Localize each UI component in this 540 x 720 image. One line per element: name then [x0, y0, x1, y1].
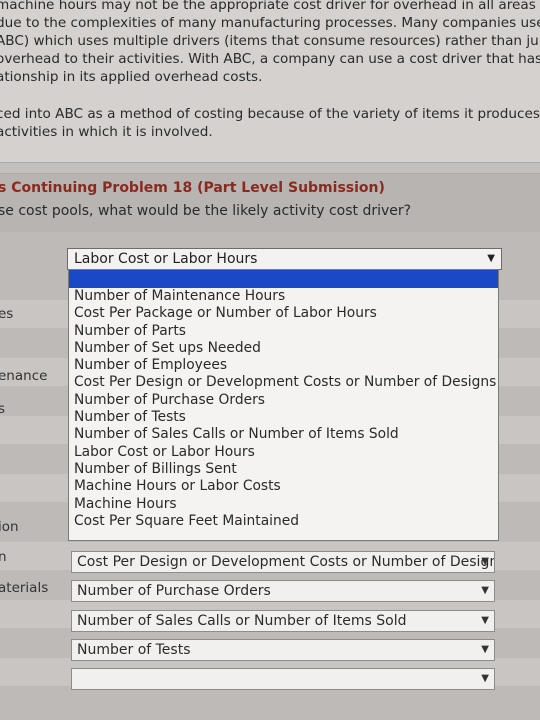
chevron-down-icon[interactable]: ▼ — [481, 552, 489, 572]
intro-line: overhead to their activities. With ABC, … — [0, 51, 540, 67]
select-value: Number of Tests — [77, 642, 191, 658]
instructions-panel: machine hours may not be the appropriate… — [0, 0, 540, 162]
intro-line: due to the complexities of many manufact… — [0, 15, 540, 31]
dropdown-option[interactable]: Number of Tests — [69, 409, 498, 426]
highlighted-option[interactable] — [69, 270, 498, 288]
intro-paragraph-2: ced into ABC as a method of costing beca… — [0, 105, 540, 141]
dropdown-option[interactable]: Number of Sales Calls or Number of Items… — [69, 426, 498, 443]
dropdown-option[interactable]: Number of Parts — [69, 323, 498, 340]
chevron-down-icon[interactable]: ▼ — [481, 611, 489, 631]
problem-heading: s Continuing Problem 18 (Part Level Subm… — [0, 180, 385, 196]
select-value: Number of Purchase Orders — [77, 583, 271, 599]
cost-driver-select[interactable]: Number of Sales Calls or Number of Items… — [71, 610, 495, 632]
chevron-down-icon[interactable]: ▼ — [481, 581, 489, 601]
intro-line: ABC) which uses multiple drivers (items … — [0, 33, 539, 49]
row-label: es — [0, 306, 14, 322]
problem-question: se cost pools, what would be the likely … — [0, 203, 412, 219]
row-label: enance — [0, 368, 48, 384]
dropdown-option[interactable]: Cost Per Design or Development Costs or … — [69, 374, 498, 391]
cost-driver-select[interactable]: Cost Per Design or Development Costs or … — [71, 551, 495, 573]
chevron-down-icon[interactable]: ▼ — [481, 640, 489, 660]
intro-line: ced into ABC as a method of costing beca… — [0, 106, 540, 122]
intro-paragraph-1: machine hours may not be the appropriate… — [0, 0, 540, 86]
intro-line: machine hours may not be the appropriate… — [0, 0, 536, 13]
dropdown-option[interactable]: Number of Maintenance Hours — [69, 288, 498, 305]
row-label: n — [0, 549, 7, 565]
dropdown-option[interactable]: Machine Hours or Labor Costs — [69, 478, 498, 495]
dropdown-listbox[interactable]: Number of Maintenance Hours Cost Per Pac… — [68, 269, 499, 541]
intro-line: activities in which it is involved. — [0, 124, 213, 140]
cost-driver-select-open[interactable]: Labor Cost or Labor Hours ▼ — [67, 248, 502, 270]
row-label: ion — [0, 519, 19, 535]
select-value: Labor Cost or Labor Hours — [74, 251, 258, 267]
row-label: aterials — [0, 580, 49, 596]
cost-driver-select[interactable]: ▼ — [71, 668, 495, 690]
row-label: s — [0, 401, 6, 417]
dropdown-option[interactable]: Labor Cost or Labor Hours — [69, 444, 498, 461]
dropdown-option[interactable]: Machine Hours — [69, 496, 498, 513]
dropdown-option[interactable]: Cost Per Square Feet Maintained — [69, 513, 498, 530]
intro-line: ationship in its applied overhead costs. — [0, 69, 263, 85]
cost-driver-select[interactable]: Number of Purchase Orders ▼ — [71, 580, 495, 602]
dropdown-option[interactable]: Number of Set ups Needed — [69, 340, 498, 357]
select-value: Number of Sales Calls or Number of Items… — [77, 613, 407, 629]
select-value: Cost Per Design or Development Costs or … — [77, 554, 495, 570]
dropdown-option[interactable]: Number of Billings Sent — [69, 461, 498, 478]
dropdown-option[interactable]: Number of Employees — [69, 357, 498, 374]
section-divider — [0, 162, 540, 174]
chevron-down-icon[interactable]: ▼ — [481, 669, 489, 689]
dropdown-option[interactable]: Number of Purchase Orders — [69, 392, 498, 409]
cost-driver-select[interactable]: Number of Tests ▼ — [71, 639, 495, 661]
dropdown-option[interactable]: Cost Per Package or Number of Labor Hour… — [69, 305, 498, 322]
chevron-down-icon[interactable]: ▼ — [487, 249, 495, 269]
